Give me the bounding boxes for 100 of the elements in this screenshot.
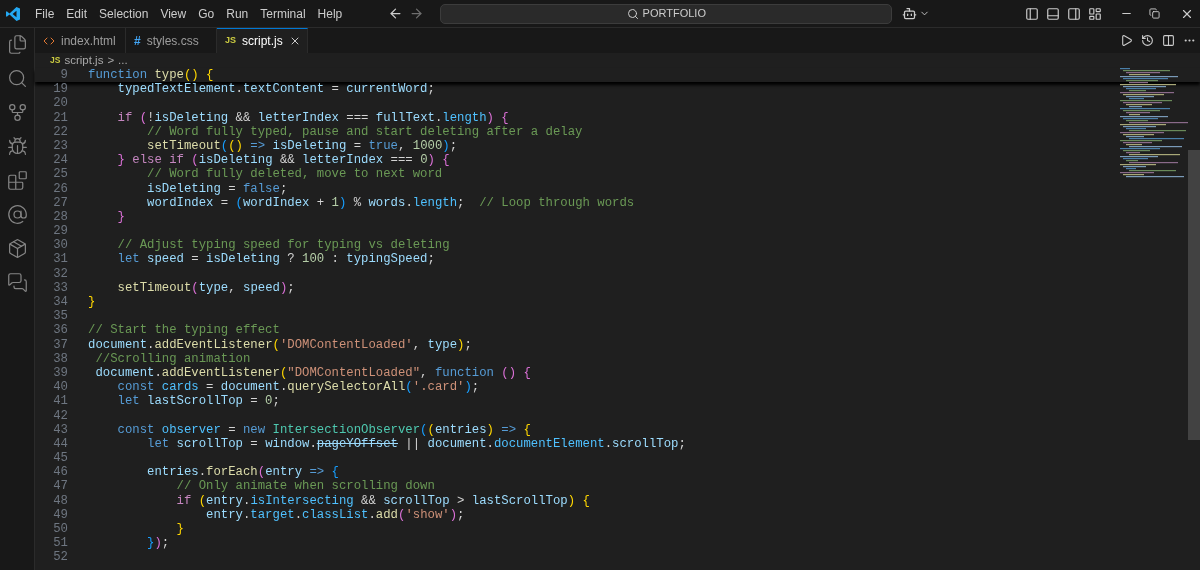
close-icon[interactable] [289, 35, 301, 47]
search-icon [626, 7, 639, 20]
editor-tab[interactable]: JS script.js [217, 28, 308, 53]
line-number: 45 [52, 451, 68, 466]
code-line: const observer = new IntersectionObserver((entries) => { [116, 422, 531, 437]
line-number: 34 [52, 295, 68, 310]
code-line: entries.forEach(entry => { [146, 465, 339, 480]
code-line: } else if (isDeleting && letterIndex === 0) { [116, 153, 450, 168]
line-number: 49 [52, 507, 68, 522]
right-panel-icon[interactable] [1067, 6, 1081, 21]
line-number: 28 [52, 209, 68, 225]
line-number: 33 [52, 280, 68, 295]
line-number: 43 [52, 422, 68, 437]
line-number: 21 [52, 110, 68, 125]
code-line: wordIndex = (wordIndex + 1) % words.length; // Loop through words [146, 195, 635, 210]
line-number: 48 [52, 493, 68, 508]
code-line: // Adjust typing speed for typing vs deleting [116, 238, 450, 253]
bottom-panel-icon[interactable] [1046, 6, 1060, 21]
history-icon[interactable] [1141, 34, 1154, 47]
code-line: //Scrolling animation [94, 351, 251, 366]
code-line: function type() { [88, 68, 214, 83]
file-type-label: JS [225, 34, 236, 48]
line-number: 30 [52, 238, 68, 253]
line-number: 23 [52, 138, 68, 154]
line-number: 19 [52, 82, 68, 97]
line-number: 29 [52, 224, 68, 239]
package-icon[interactable] [6, 238, 28, 259]
editor-tab[interactable]: index.html [35, 28, 126, 53]
line-number: 39 [52, 365, 68, 381]
code-line: // Start the typing effect [88, 323, 280, 338]
menu-item[interactable]: Selection [93, 4, 155, 23]
line-number: 32 [52, 266, 68, 281]
line-number: 42 [52, 408, 68, 423]
breadcrumb-separator: > [107, 52, 115, 68]
line-number: 46 [52, 465, 68, 480]
menu-item[interactable]: Go [192, 4, 221, 23]
line-number: 37 [52, 337, 68, 352]
code-line: setTimeout(() => isDeleting = true, 1000); [146, 138, 458, 154]
line-number: 36 [52, 323, 68, 338]
code-line: let lastScrollTop = 0; [116, 394, 280, 409]
code-line: } [88, 295, 96, 310]
line-number: 25 [52, 167, 68, 182]
layout-icon[interactable] [1088, 6, 1102, 21]
line-number: 41 [52, 394, 68, 409]
at-sign-icon[interactable] [6, 204, 28, 225]
code-line: // Word fully typed, pause and start deleting after a delay [146, 124, 583, 139]
menu-item[interactable]: Edit [60, 4, 94, 23]
forward-arrow-icon[interactable] [409, 6, 425, 21]
line-number: 9 [59, 68, 68, 83]
menu-item[interactable]: Terminal [254, 4, 312, 23]
breadcrumb-item[interactable]: ... [118, 51, 128, 70]
code-line: if (!isDeleting && letterIndex === fullText.length) { [116, 110, 509, 125]
files-icon[interactable] [6, 34, 28, 55]
code-line: entry.target.classList.add('show'); [205, 507, 465, 522]
line-number: 26 [52, 181, 68, 196]
file-type-label: # [134, 32, 141, 50]
code-line: if (entry.isIntersecting && scrollTop > lastScrollTop) { [175, 493, 590, 508]
line-number: 20 [52, 96, 68, 111]
back-arrow-icon[interactable] [388, 6, 404, 21]
line-number: 31 [52, 252, 68, 267]
code-line: let speed = isDeleting ? 100 : typingSpeed; [116, 252, 435, 267]
code-line: }); [146, 536, 170, 551]
code-line: } [175, 522, 184, 537]
code-line: const cards = document.querySelectorAll('.card'); [116, 380, 480, 395]
search-icon[interactable] [6, 68, 28, 89]
restore-icon[interactable] [1149, 8, 1160, 19]
line-number: 38 [52, 351, 68, 366]
source-control-icon[interactable] [6, 102, 28, 123]
code-line: isDeleting = false; [146, 181, 288, 196]
line-number: 40 [52, 380, 68, 395]
menu-item[interactable]: File [29, 4, 61, 23]
breadcrumb-item[interactable]: script.js [64, 51, 104, 70]
menu-item[interactable]: Help [311, 4, 349, 23]
line-number: 51 [52, 536, 68, 551]
search-field[interactable]: PORTFOLIO [440, 3, 893, 24]
code-line: document.addEventListener("DOMContentLoaded", function () { [94, 365, 531, 381]
debug-icon[interactable] [6, 136, 28, 157]
line-number: 24 [52, 153, 68, 168]
code-line: // Word fully deleted, move to next word [146, 167, 443, 182]
code-line: } [116, 209, 125, 225]
line-number: 47 [52, 479, 68, 494]
line-number: 52 [52, 550, 68, 565]
split-editor-icon[interactable] [1162, 34, 1175, 47]
run-icon[interactable] [1120, 34, 1133, 47]
robot-icon[interactable] [902, 6, 918, 21]
extensions-icon[interactable] [6, 170, 28, 191]
code-line: let scrollTop = window.pageYOffset || document.documentElement.scrollTop; [146, 436, 686, 452]
chat-icon[interactable] [6, 272, 28, 293]
left-panel-icon[interactable] [1025, 6, 1039, 21]
line-number: 44 [52, 436, 68, 452]
menu-item[interactable]: Run [220, 4, 255, 23]
line-number: 22 [52, 124, 68, 139]
code-line: setTimeout(type, speed); [116, 280, 295, 295]
line-number: 50 [52, 522, 68, 537]
scrollbar-thumb[interactable] [1188, 150, 1200, 440]
code-line: typedTextElement.textContent = currentWord; [116, 82, 435, 97]
menu-item[interactable]: View [154, 4, 193, 23]
line-number: 35 [52, 309, 68, 324]
app-logo[interactable] [5, 5, 21, 22]
line-number: 27 [52, 195, 68, 210]
